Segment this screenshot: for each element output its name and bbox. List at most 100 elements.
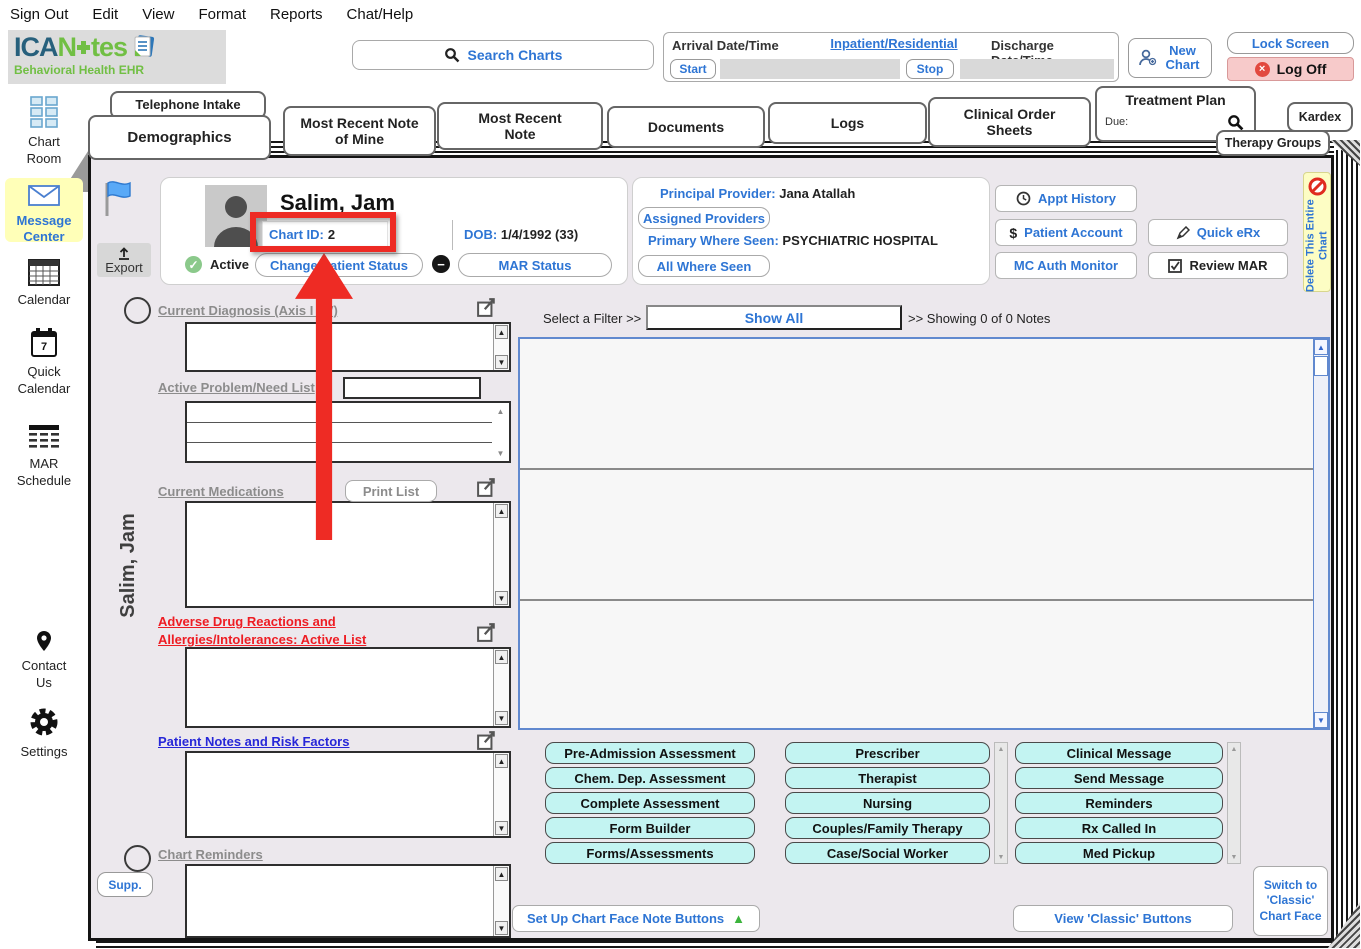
menu-chat-help[interactable]: Chat/Help xyxy=(347,6,414,23)
mc-auth-monitor-button[interactable]: MC Auth Monitor xyxy=(995,252,1137,279)
lock-screen-button[interactable]: Lock Screen xyxy=(1227,32,1354,54)
note-button-pre-admission-assessment[interactable]: Pre-Admission Assessment xyxy=(545,742,755,764)
search-charts-button[interactable]: Search Charts xyxy=(352,40,654,70)
patient-notes-listbox[interactable]: ▲▼ xyxy=(185,751,511,838)
delete-entire-chart-button[interactable]: Delete This Entire Chart xyxy=(1303,172,1331,292)
menu-edit[interactable]: Edit xyxy=(92,6,118,23)
adverse-reactions-listbox[interactable]: ▲▼ xyxy=(185,647,511,728)
note-button-therapist[interactable]: Therapist xyxy=(785,767,990,789)
patient-notes-label[interactable]: Patient Notes and Risk Factors xyxy=(158,734,349,749)
note-button-rx-called-in[interactable]: Rx Called In xyxy=(1015,817,1223,839)
scroll-up-icon[interactable]: ▲ xyxy=(495,867,508,881)
stop-button[interactable]: Stop xyxy=(906,59,954,79)
mar-status-button[interactable]: MAR Status xyxy=(458,253,612,277)
show-all-filter-button[interactable]: Show All xyxy=(646,305,902,330)
tab-demographics[interactable]: Demographics xyxy=(88,115,271,160)
scroll-up-icon[interactable]: ▲ xyxy=(1228,743,1240,755)
setup-chart-face-buttons-button[interactable]: Set Up Chart Face Note Buttons ▲ xyxy=(512,905,760,932)
menu-format[interactable]: Format xyxy=(198,6,246,23)
scroll-up-icon[interactable]: ▲ xyxy=(495,650,508,664)
note-button-clinical-message[interactable]: Clinical Message xyxy=(1015,742,1223,764)
chart-reminders-label[interactable]: Chart Reminders xyxy=(158,847,263,862)
export-button[interactable]: Export xyxy=(97,243,151,277)
quick-erx-button[interactable]: Quick eRx xyxy=(1148,219,1288,246)
scroll-down-icon[interactable]: ▼ xyxy=(995,851,1007,863)
flag-icon[interactable] xyxy=(104,180,134,218)
scroll-up-icon[interactable]: ▲ xyxy=(494,404,507,418)
arrival-datetime-field[interactable] xyxy=(720,59,900,79)
patient-notes-scrollbar[interactable]: ▲▼ xyxy=(493,753,509,836)
edit-diagnosis-icon[interactable] xyxy=(477,297,497,317)
chart-reminders-scrollbar[interactable]: ▲▼ xyxy=(493,866,509,936)
minus-circle-icon[interactable]: − xyxy=(432,255,450,273)
sidebar-item-contact-us[interactable]: Contact Us xyxy=(0,630,88,691)
active-problem-scrollbar[interactable]: ▲▼ xyxy=(493,403,509,461)
scroll-up-icon[interactable]: ▲ xyxy=(495,754,508,768)
new-chart-button[interactable]: New Chart xyxy=(1128,38,1212,78)
inpatient-residential-link[interactable]: Inpatient/Residential xyxy=(804,36,984,51)
note-button-complete-assessment[interactable]: Complete Assessment xyxy=(545,792,755,814)
chart-reminders-listbox[interactable]: ▲▼ xyxy=(185,864,511,938)
edit-patient-notes-icon[interactable] xyxy=(477,730,497,750)
menu-view[interactable]: View xyxy=(142,6,174,23)
chart-reminders-radio[interactable] xyxy=(124,845,151,872)
active-problem-label[interactable]: Active Problem/Need List xyxy=(158,380,315,395)
note-button-couples-family-therapy[interactable]: Couples/Family Therapy xyxy=(785,817,990,839)
menu-sign-out[interactable]: Sign Out xyxy=(10,6,68,23)
tab-most-recent-note-of-mine[interactable]: Most Recent Note of Mine xyxy=(283,106,436,156)
all-where-seen-button[interactable]: All Where Seen xyxy=(638,255,770,277)
note-button-forms-assessments[interactable]: Forms/Assessments xyxy=(545,842,755,864)
scroll-down-icon[interactable]: ▼ xyxy=(495,355,508,369)
switch-to-classic-chart-face-button[interactable]: Switch to 'Classic' Chart Face xyxy=(1253,866,1328,936)
scroll-down-icon[interactable]: ▼ xyxy=(494,446,507,460)
patient-account-button[interactable]: $ Patient Account xyxy=(995,219,1137,246)
sidebar-item-message-center[interactable]: Message Center xyxy=(5,178,83,242)
sidebar-item-settings[interactable]: Settings xyxy=(0,706,88,761)
scroll-up-icon[interactable]: ▲ xyxy=(495,325,508,339)
edit-medications-icon[interactable] xyxy=(477,477,497,497)
assigned-providers-button[interactable]: Assigned Providers xyxy=(638,207,770,229)
adverse-reactions-label[interactable]: Adverse Drug Reactions andAllergies/Into… xyxy=(158,613,458,648)
scroll-down-icon[interactable]: ▼ xyxy=(495,921,508,935)
current-diagnosis-listbox[interactable]: ▲▼ xyxy=(185,322,511,372)
appt-history-button[interactable]: Appt History xyxy=(995,185,1137,212)
diagnosis-scrollbar[interactable]: ▲▼ xyxy=(493,324,509,370)
scroll-up-icon[interactable]: ▲ xyxy=(495,504,508,518)
allergies-scrollbar[interactable]: ▲▼ xyxy=(493,649,509,726)
note-button-case-social-worker[interactable]: Case/Social Worker xyxy=(785,842,990,864)
start-button[interactable]: Start xyxy=(670,59,716,79)
medications-scrollbar[interactable]: ▲▼ xyxy=(493,503,509,606)
note-buttons-scrollbar[interactable]: ▲▼ xyxy=(994,742,1008,864)
tab-logs[interactable]: Logs xyxy=(768,102,927,144)
note-button-nursing[interactable]: Nursing xyxy=(785,792,990,814)
supp-button[interactable]: Supp. xyxy=(97,872,153,897)
scroll-up-icon[interactable]: ▲ xyxy=(995,743,1007,755)
scroll-down-icon[interactable]: ▼ xyxy=(495,711,508,725)
note-button-chem-dep-assessment[interactable]: Chem. Dep. Assessment xyxy=(545,767,755,789)
note-button-med-pickup[interactable]: Med Pickup xyxy=(1015,842,1223,864)
menu-reports[interactable]: Reports xyxy=(270,6,323,23)
scroll-up-icon[interactable]: ▲ xyxy=(1314,339,1328,355)
current-medications-label[interactable]: Current Medications xyxy=(158,484,284,499)
sidebar-item-quick-calendar[interactable]: 7 Quick Calendar xyxy=(0,328,88,397)
sidebar-item-chart-room[interactable]: Chart Room xyxy=(0,96,88,167)
diagnosis-radio[interactable] xyxy=(124,297,151,324)
change-patient-status-button[interactable]: Change Patient Status xyxy=(255,253,423,277)
note-button-prescriber[interactable]: Prescriber xyxy=(785,742,990,764)
scroll-down-icon[interactable]: ▼ xyxy=(495,821,508,835)
sidebar-item-mar-schedule[interactable]: MAR Schedule xyxy=(0,424,88,489)
tab-therapy-groups[interactable]: Therapy Groups xyxy=(1216,130,1330,156)
print-list-button[interactable]: Print List xyxy=(345,480,437,502)
tab-clinical-order-sheets[interactable]: Clinical Order Sheets xyxy=(928,97,1091,147)
scrollbar-thumb[interactable] xyxy=(1314,356,1328,376)
tab-kardex[interactable]: Kardex xyxy=(1287,102,1353,132)
notes-scrollbar[interactable]: ▲ ▼ xyxy=(1313,339,1328,728)
notes-list[interactable]: ▲ ▼ xyxy=(518,337,1330,730)
log-off-button[interactable]: × Log Off xyxy=(1227,57,1354,81)
sidebar-item-calendar[interactable]: Calendar xyxy=(0,258,88,309)
tab-most-recent-note[interactable]: Most Recent Note xyxy=(437,102,603,150)
tab-documents[interactable]: Documents xyxy=(607,106,765,148)
discharge-datetime-field[interactable] xyxy=(960,59,1114,79)
current-medications-listbox[interactable]: ▲▼ xyxy=(185,501,511,608)
scroll-down-icon[interactable]: ▼ xyxy=(495,591,508,605)
